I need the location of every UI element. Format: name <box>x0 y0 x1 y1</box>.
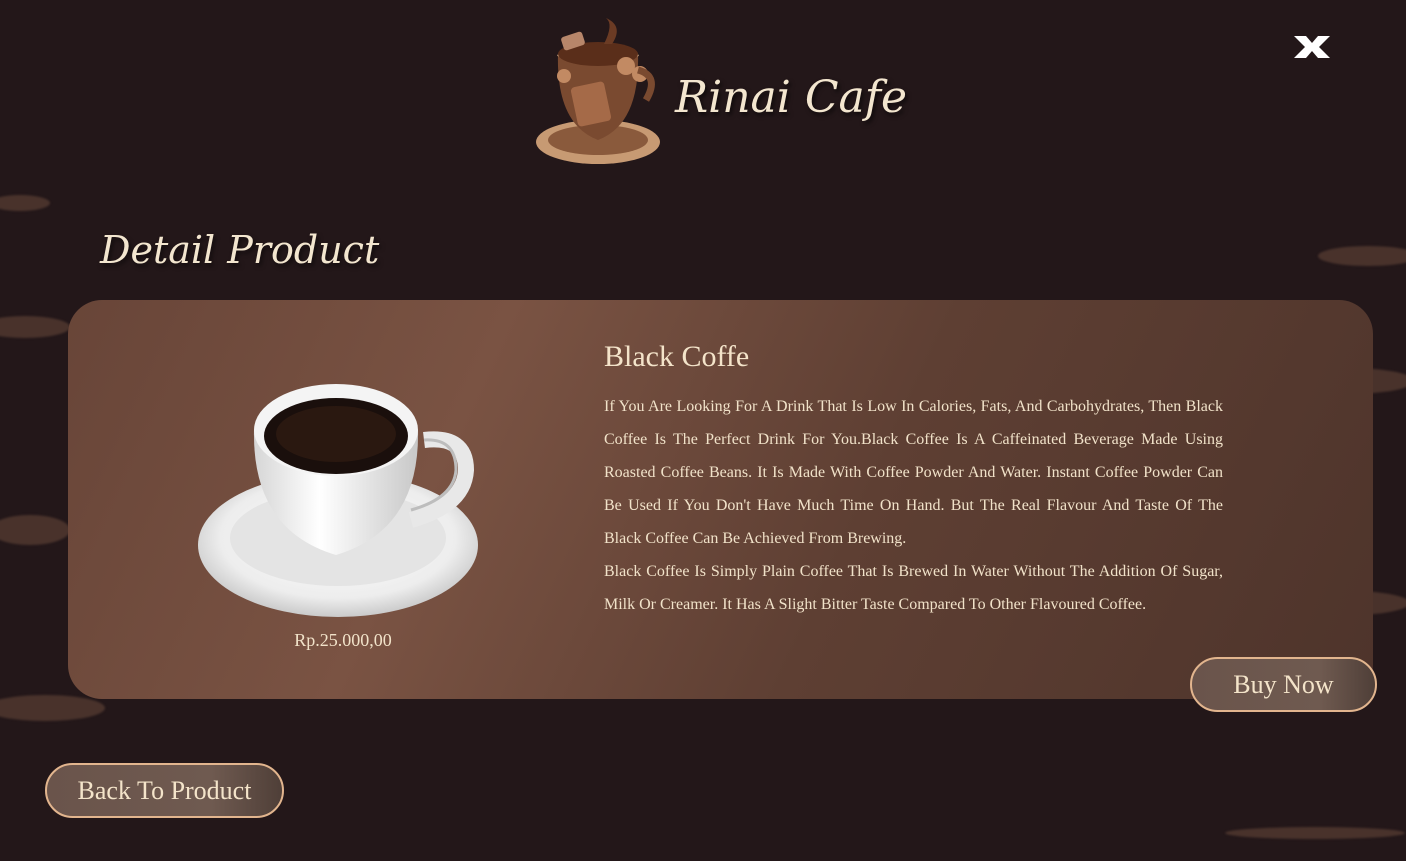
coffee-cup-logo-icon <box>536 18 660 164</box>
description-paragraph: Black Coffee Is Simply Plain Coffee That… <box>604 563 1223 613</box>
product-detail-card: Rp.25.000,00 Black Coffe If You Are Look… <box>68 300 1373 699</box>
brand-name: Rinai Cafe <box>675 72 908 123</box>
background-bean-decoration <box>0 316 70 338</box>
description-paragraph: If You Are Looking For A Drink That Is L… <box>604 398 1223 547</box>
product-description: If You Are Looking For A Drink That Is L… <box>604 390 1223 621</box>
back-to-product-button[interactable]: Back To Product <box>45 763 284 818</box>
background-bean-decoration <box>1318 246 1406 266</box>
background-bean-decoration <box>0 515 70 545</box>
background-bean-decoration <box>0 695 105 721</box>
coffee-cup-image <box>198 384 478 617</box>
header: Rinai Cafe <box>530 10 907 170</box>
buy-now-button[interactable]: Buy Now <box>1190 657 1377 712</box>
background-bean-decoration <box>0 195 50 211</box>
product-name: Black Coffe <box>604 340 750 373</box>
page-title: Detail Product <box>100 228 380 272</box>
product-price: Rp.25.000,00 <box>294 630 392 650</box>
close-icon[interactable] <box>1290 34 1334 60</box>
background-bean-decoration <box>1225 827 1405 839</box>
